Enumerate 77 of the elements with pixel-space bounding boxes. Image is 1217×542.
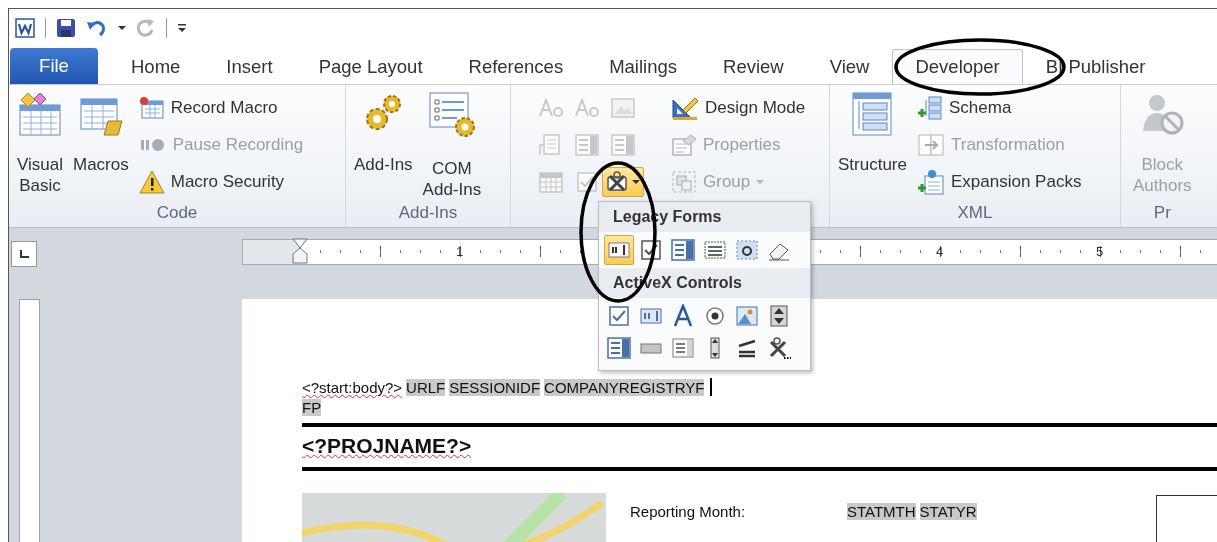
list-box-icon bbox=[606, 336, 632, 360]
transformation-icon bbox=[917, 132, 945, 157]
toggle-button-icon bbox=[736, 337, 758, 359]
tab-selector[interactable] bbox=[11, 241, 37, 267]
table-cell bbox=[1156, 495, 1217, 542]
calendar-icon bbox=[538, 169, 564, 194]
picture-control-icon bbox=[610, 96, 636, 119]
field-label: Reporting Month: bbox=[630, 503, 747, 520]
option-button-icon bbox=[704, 305, 726, 327]
table-with-shapes-icon bbox=[17, 91, 63, 137]
ribbon-tab[interactable]: Home bbox=[108, 49, 204, 84]
tools-icon bbox=[606, 170, 630, 193]
combo-box-icon bbox=[574, 132, 600, 157]
ribbon-tab[interactable]: BI Publisher bbox=[1022, 49, 1169, 84]
record-macro-icon bbox=[138, 95, 165, 120]
merge-field: FP bbox=[302, 398, 322, 416]
expansion-pack-icon bbox=[917, 168, 945, 195]
combo-box-icon bbox=[670, 238, 696, 262]
text-style-icon bbox=[574, 96, 600, 119]
control-button[interactable] bbox=[602, 166, 644, 197]
ribbon-button[interactable]: Design Mode bbox=[671, 89, 806, 126]
shading-icon bbox=[735, 239, 759, 261]
drop-down-list-icon bbox=[610, 132, 636, 157]
ribbon-tab[interactable]: References bbox=[445, 49, 587, 84]
merge-field: COMPANYREGISTRYF bbox=[544, 378, 705, 396]
ribbon-button[interactable]: Macro Security bbox=[138, 163, 304, 200]
text-field-icon bbox=[608, 239, 630, 261]
ribbon-tab[interactable]: Review bbox=[700, 49, 807, 84]
merge-field: SESSIONIDF bbox=[449, 378, 541, 396]
spin-button-icon bbox=[768, 305, 790, 327]
group-icon bbox=[671, 169, 697, 194]
caret-icon bbox=[632, 178, 640, 185]
save-icon bbox=[56, 17, 76, 38]
ribbon-button[interactable]: Record Macro bbox=[138, 89, 304, 126]
merge-field: STATYR bbox=[919, 503, 977, 520]
group-label: Code bbox=[155, 203, 199, 224]
group-label: XML bbox=[956, 203, 994, 224]
warning-icon bbox=[138, 169, 165, 194]
template-tag: <?PROJNAME?> bbox=[302, 434, 472, 458]
frame-icon bbox=[703, 239, 727, 261]
merge-field: URLF bbox=[406, 378, 446, 396]
schema-tree-icon bbox=[917, 95, 943, 120]
undo-dropdown-icon bbox=[118, 24, 126, 31]
redo-icon bbox=[136, 17, 156, 38]
ribbon-tab[interactable]: Insert bbox=[203, 49, 296, 84]
label-icon bbox=[671, 304, 695, 328]
pause-record-icon bbox=[138, 136, 167, 153]
ribbon-button[interactable]: Visual Basic bbox=[17, 89, 63, 203]
ribbon-button[interactable]: Add-Ins bbox=[354, 89, 413, 203]
properties-icon bbox=[671, 132, 697, 157]
checkbox-icon bbox=[608, 305, 630, 327]
text-style-icon bbox=[538, 96, 564, 119]
caret-icon bbox=[756, 178, 765, 185]
customize-toolbar-icon bbox=[177, 21, 187, 34]
text-box-icon bbox=[639, 305, 663, 327]
file-tab[interactable]: File bbox=[10, 48, 98, 84]
ribbon-button[interactable]: Schema bbox=[917, 89, 1082, 126]
list-icon bbox=[671, 337, 695, 359]
ribbon-button[interactable]: Structure bbox=[838, 89, 907, 203]
ruler-and-pencil-icon bbox=[671, 95, 699, 120]
group-label: Pr bbox=[1152, 203, 1172, 224]
ribbon-button[interactable]: Expansion Packs bbox=[917, 163, 1082, 200]
template-tag: <?start:body?> bbox=[302, 378, 403, 396]
ribbon-button[interactable]: Macros bbox=[73, 89, 129, 203]
form-control-button[interactable] bbox=[604, 235, 634, 265]
word-app-icon bbox=[15, 17, 35, 38]
more-tools-icon bbox=[767, 336, 791, 360]
ribbon-tab[interactable]: View bbox=[806, 49, 893, 84]
merge-field: STATMTH bbox=[847, 503, 916, 520]
group-label: Add-Ins bbox=[397, 203, 459, 224]
ribbon-button[interactable]: COM Add-Ins bbox=[422, 89, 482, 203]
ribbon-tab[interactable]: Developer bbox=[892, 49, 1023, 84]
image-icon bbox=[735, 305, 759, 327]
checkbox-icon bbox=[576, 170, 598, 193]
tab-stop-icon bbox=[18, 248, 30, 260]
ribbon-tab[interactable]: Page Layout bbox=[295, 49, 446, 84]
ribbon-tab[interactable]: Mailings bbox=[586, 49, 700, 84]
